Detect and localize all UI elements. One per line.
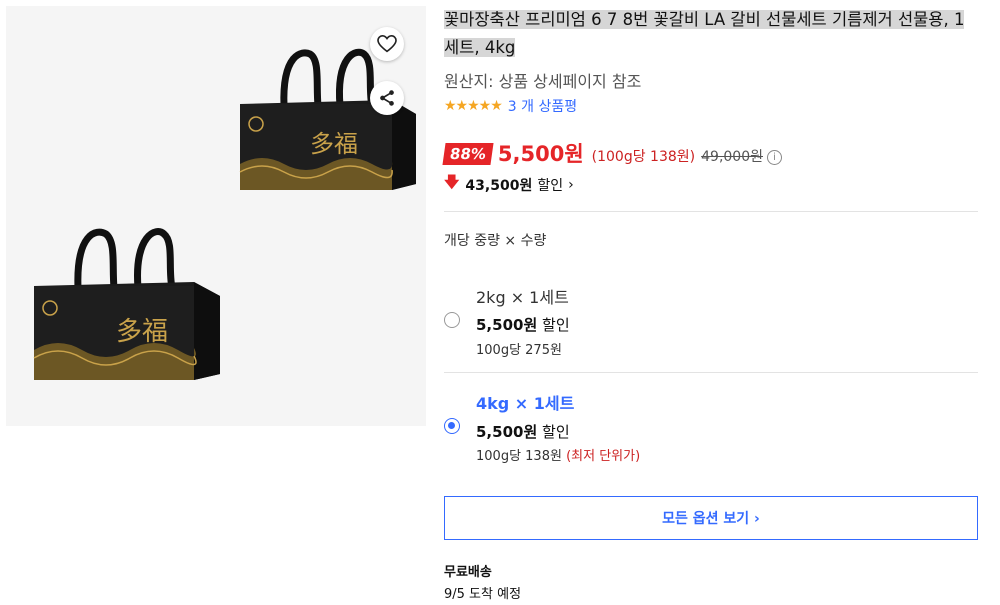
heart-icon: [377, 35, 397, 53]
option-name: 2kg × 1세트: [476, 288, 569, 307]
option-radio-selected[interactable]: [444, 418, 460, 434]
lowest-unit-price-tag: (최저 단위가): [566, 449, 641, 464]
product-origin: 원산지: 상품 상세페이지 참조: [444, 72, 642, 91]
review-count-link[interactable]: 3 개 상품평: [508, 96, 577, 116]
product-title-text: 꽃마장축산 프리미엄 6 7 8번 꽃갈비 LA 갈비 선물세트 기름제거 선물…: [444, 10, 965, 57]
star-rating-icon: ★★★★★: [444, 98, 503, 114]
bag-logo-text: 多福: [116, 317, 168, 347]
share-button[interactable]: [370, 81, 404, 115]
option-price-line: 5,500원 할인: [476, 421, 570, 442]
original-price: 49,000원: [701, 149, 763, 165]
delivery-date: 9/5 도착 예정: [444, 587, 522, 602]
option-item-4kg[interactable]: 4kg × 1세트 5,500원 할인 100g당 138원 (최저 단위가): [444, 386, 978, 476]
option-name: 4kg × 1세트: [476, 394, 575, 413]
discount-label: 할인: [537, 177, 564, 194]
option-group-header: 개당 중량 × 수량: [444, 233, 547, 249]
view-all-options-button[interactable]: 모든 옵션 보기 ›: [444, 496, 978, 540]
option-unit-price: 100g당 275원: [476, 343, 562, 358]
shipping-title: 무료배송: [444, 565, 492, 580]
option-price: 5,500원: [476, 316, 538, 334]
sale-price: 5,500원: [497, 142, 584, 166]
option-radio[interactable]: [444, 312, 460, 328]
option-discount-label: 할인: [542, 423, 570, 441]
product-image-bag-front: 多福: [33, 228, 220, 380]
divider: [444, 211, 978, 212]
option-price-line: 5,500원 할인: [476, 314, 570, 335]
chevron-right-icon: ›: [568, 176, 574, 193]
product-image-gallery[interactable]: 多福 多福: [6, 6, 426, 426]
rating-row[interactable]: ★★★★★ 3 개 상품평: [444, 96, 577, 116]
divider: [444, 372, 978, 373]
discount-amount: 43,500원: [465, 177, 533, 194]
option-unit-price-line: 100g당 138원 (최저 단위가): [476, 445, 640, 464]
option-item-2kg[interactable]: 2kg × 1세트 5,500원 할인 100g당 275원: [444, 280, 978, 370]
share-icon: [380, 90, 394, 106]
option-price: 5,500원: [476, 423, 538, 441]
arrow-down-icon: 🡇: [444, 173, 460, 191]
product-title: 꽃마장축산 프리미엄 6 7 8번 꽃갈비 LA 갈비 선물세트 기름제거 선물…: [444, 6, 974, 62]
unit-price: (100g당 138원): [591, 149, 696, 165]
option-discount-label: 할인: [542, 316, 570, 334]
discount-rate-badge: 88%: [442, 143, 494, 165]
bag-logo-text: 多福: [310, 130, 358, 158]
price-row: 88% 5,500원 (100g당 138원) 49,000원 i: [442, 138, 782, 168]
info-icon[interactable]: i: [767, 150, 782, 165]
option-unit-price: 100g당 138원: [476, 449, 562, 464]
product-image-bag-back: 多福: [239, 48, 416, 190]
wishlist-heart-button[interactable]: [370, 27, 404, 61]
discount-amount-row[interactable]: 🡇 43,500원 할인 ›: [444, 172, 574, 197]
